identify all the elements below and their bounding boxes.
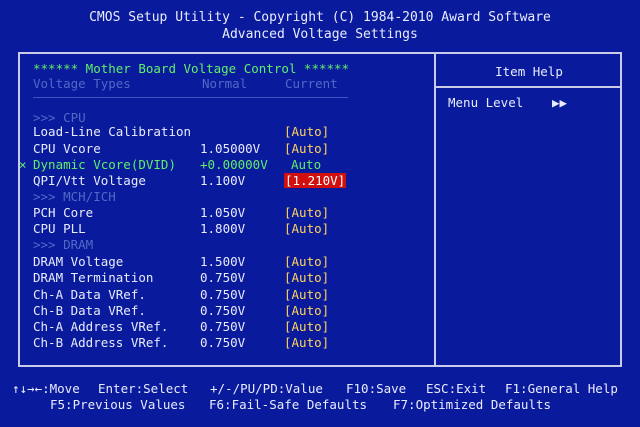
setting-label: PCH Core <box>33 205 94 220</box>
section-mch-ich: >>> MCH/ICH <box>33 189 116 204</box>
setting-value[interactable]: [Auto] <box>284 303 329 318</box>
setting-normal: +0.00000V <box>200 157 268 172</box>
column-header-normal: Normal <box>202 76 248 91</box>
setting-value[interactable]: [Auto] <box>284 221 329 236</box>
setting-normal: 1.100V <box>200 173 246 188</box>
setting-value-selected[interactable]: [1.210V] <box>284 173 347 188</box>
setting-value[interactable]: [Auto] <box>284 319 329 334</box>
setting-label: Dynamic Vcore(DVID) <box>33 157 176 172</box>
page-subtitle: Advanced Voltage Settings <box>222 27 418 42</box>
setting-normal: 1.500V <box>200 254 246 269</box>
setting-label: Ch-A Data VRef. <box>33 287 146 302</box>
setting-normal: 0.750V <box>200 303 246 318</box>
footer-hint-save: F10:Save <box>346 381 407 396</box>
section-dram: >>> DRAM <box>33 237 94 252</box>
setting-label: Ch-B Data VRef. <box>33 303 146 318</box>
setting-normal: 0.750V <box>200 319 246 334</box>
help-title-divider <box>436 86 622 88</box>
setting-value[interactable]: [Auto] <box>284 124 329 139</box>
setting-label: DRAM Voltage <box>33 254 124 269</box>
setting-value[interactable]: [Auto] <box>284 335 329 350</box>
setting-normal: 1.050V <box>200 205 246 220</box>
panel-title: ****** Mother Board Voltage Control ****… <box>33 61 350 76</box>
setting-label: Ch-B Address VRef. <box>33 335 169 350</box>
setting-label: Load-Line Calibration <box>33 124 192 139</box>
setting-normal: 1.800V <box>200 221 246 236</box>
column-header-current: Current <box>285 76 338 91</box>
footer-hint-general-help: F1:General Help <box>505 381 618 396</box>
setting-value[interactable]: [Auto] <box>284 270 329 285</box>
setting-label: QPI/Vtt Voltage <box>33 173 146 188</box>
footer-hint-move: ↑↓→←:Move <box>12 381 80 396</box>
panel-divider <box>434 52 436 367</box>
footer-hint-exit: ESC:Exit <box>426 381 487 396</box>
footer-hint-optimized-defaults: F7:Optimized Defaults <box>393 397 552 412</box>
item-help-title: Item Help <box>495 64 563 79</box>
setting-normal: 0.750V <box>200 335 246 350</box>
setting-label: Ch-A Address VRef. <box>33 319 169 334</box>
footer-hint-value: +/-/PU/PD:Value <box>210 381 323 396</box>
column-header-voltage-types: Voltage Types <box>33 76 131 91</box>
header-separator <box>33 97 348 98</box>
footer-hint-previous-values: F5:Previous Values <box>50 397 186 412</box>
setting-value[interactable]: [Auto] <box>284 205 329 220</box>
menu-level-label: Menu Level <box>448 95 524 110</box>
disabled-mark-icon: × <box>19 157 27 172</box>
section-cpu: >>> CPU <box>33 110 86 125</box>
setting-value: Auto <box>291 157 322 172</box>
footer-hint-fail-safe-defaults: F6:Fail-Safe Defaults <box>209 397 368 412</box>
window-title: CMOS Setup Utility - Copyright (C) 1984-… <box>89 10 551 25</box>
setting-value[interactable]: [Auto] <box>284 141 329 156</box>
setting-label: CPU PLL <box>33 221 86 236</box>
setting-normal: 1.05000V <box>200 141 261 156</box>
footer-hint-select: Enter:Select <box>98 381 189 396</box>
setting-value[interactable]: [Auto] <box>284 287 329 302</box>
setting-normal: 0.750V <box>200 287 246 302</box>
setting-value[interactable]: [Auto] <box>284 254 329 269</box>
menu-level-arrow-icon: ▶▶ <box>552 95 568 110</box>
setting-label: DRAM Termination <box>33 270 154 285</box>
setting-normal: 0.750V <box>200 270 246 285</box>
setting-label: CPU Vcore <box>33 141 101 156</box>
